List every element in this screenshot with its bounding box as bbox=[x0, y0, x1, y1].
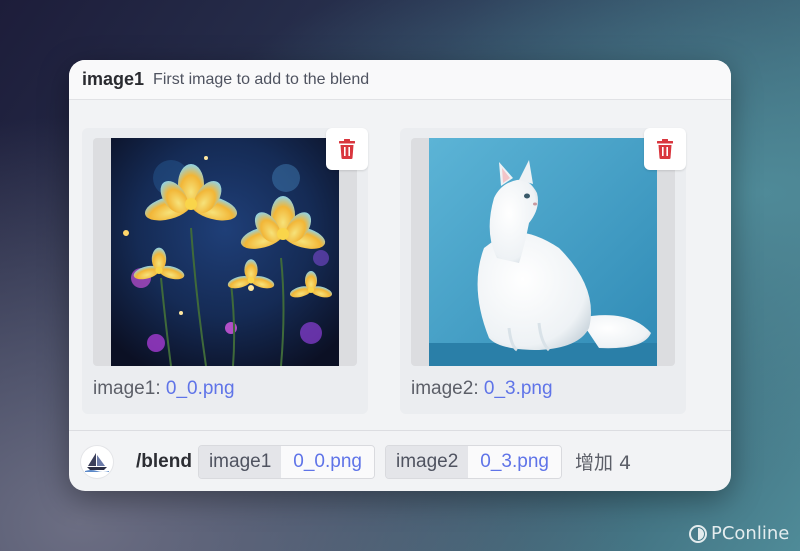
attachment-image2: image2: 0_3.png bbox=[400, 128, 686, 414]
caption-label: image2: bbox=[411, 378, 479, 399]
glowing-flowers-image[interactable] bbox=[111, 138, 339, 366]
option-pill-name: image2 bbox=[385, 445, 469, 478]
attachment-filename-link[interactable]: 0_3.png bbox=[484, 378, 553, 399]
pconline-logo-icon bbox=[689, 524, 707, 543]
watermark-text: PConline bbox=[711, 523, 790, 544]
option-description: First image to add to the blend bbox=[153, 70, 370, 88]
trash-icon bbox=[339, 139, 355, 159]
attachment-caption: image2: 0_3.png bbox=[411, 378, 553, 400]
command-name: /blend bbox=[136, 450, 192, 472]
attachment-filename-link[interactable]: 0_0.png bbox=[166, 378, 235, 399]
white-cat-image[interactable] bbox=[429, 138, 657, 366]
option-pill-value: 0_3.png bbox=[468, 445, 561, 478]
trash-icon bbox=[657, 139, 673, 159]
caption-label: image1: bbox=[93, 378, 161, 399]
thumbnail-frame bbox=[93, 138, 357, 366]
command-bar: /blend image1 0_0.png image2 0_3.png 增加 … bbox=[69, 430, 731, 491]
option-pill-image2[interactable]: image2 0_3.png bbox=[384, 444, 562, 479]
attachment-caption: image1: 0_0.png bbox=[93, 378, 235, 400]
delete-attachment-button[interactable] bbox=[326, 128, 368, 170]
option-pill-name: image1 bbox=[198, 445, 282, 478]
bot-avatar bbox=[81, 445, 113, 478]
option-pill-image1[interactable]: image1 0_0.png bbox=[197, 444, 375, 479]
sailboat-icon bbox=[85, 452, 109, 472]
watermark: PConline bbox=[689, 523, 789, 544]
delete-attachment-button[interactable] bbox=[644, 128, 686, 170]
option-header: image1 First image to add to the blend bbox=[69, 60, 731, 100]
add-more-options[interactable]: 增加 4 bbox=[575, 448, 631, 475]
option-name: image1 bbox=[82, 69, 145, 89]
attachment-image1: image1: 0_0.png bbox=[82, 128, 368, 414]
option-pill-value: 0_0.png bbox=[281, 445, 374, 478]
thumbnail-frame bbox=[411, 138, 675, 366]
slash-command-card: image1 First image to add to the blend i… bbox=[69, 60, 731, 491]
